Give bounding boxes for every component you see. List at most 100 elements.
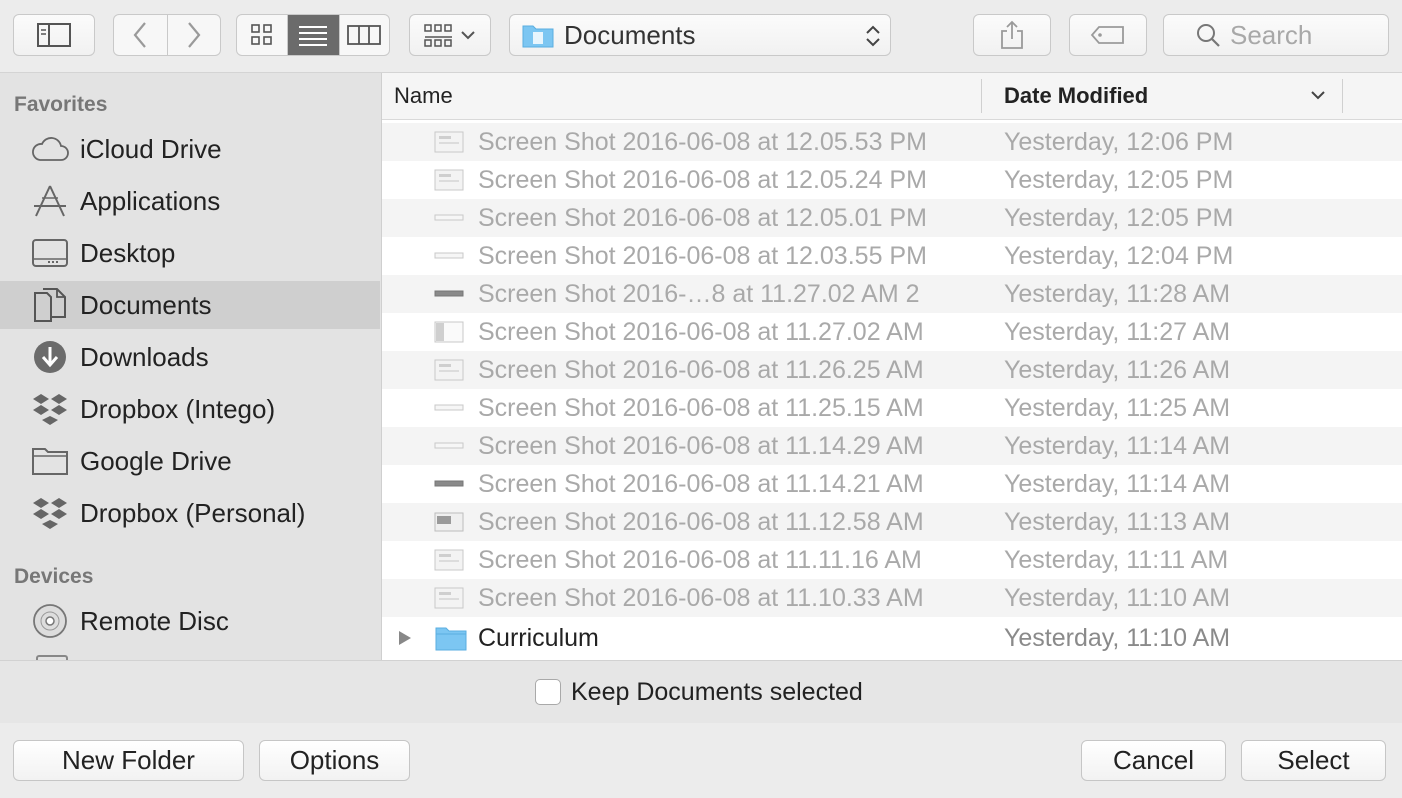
image-thumbnail-icon xyxy=(434,167,464,193)
dropbox-icon xyxy=(30,493,70,533)
file-date-modified: Yesterday, 12:05 PM xyxy=(1004,204,1234,232)
toolbar: Documents Search xyxy=(0,0,1402,73)
applications-icon xyxy=(30,181,70,221)
path-popup[interactable]: Documents xyxy=(509,14,891,56)
file-date-modified: Yesterday, 11:14 AM xyxy=(1004,470,1231,498)
file-row[interactable]: Screen Shot 2016-06-08 at 12.05.24 PM Yes… xyxy=(382,161,1402,199)
file-date-modified: Yesterday, 11:26 AM xyxy=(1004,356,1231,384)
disclosure-triangle-icon[interactable] xyxy=(398,630,412,646)
file-date-modified: Yesterday, 11:13 AM xyxy=(1004,508,1231,536)
sidebar-item-documents[interactable]: Documents xyxy=(0,281,380,329)
folder-date: Yesterday, 11:10 AM xyxy=(1004,624,1231,652)
file-row[interactable]: Screen Shot 2016-06-08 at 11.25.15 AM Yes… xyxy=(382,389,1402,427)
file-row[interactable]: Screen Shot 2016-06-08 at 11.27.02 AM Yes… xyxy=(382,313,1402,351)
sidebar-toggle-button[interactable] xyxy=(13,14,95,56)
folder-name: Curriculum xyxy=(478,624,599,652)
file-date-modified: Yesterday, 12:04 PM xyxy=(1004,242,1234,270)
back-forward-control xyxy=(113,14,221,56)
arrange-icon xyxy=(424,24,452,47)
sidebar-item-desktop[interactable]: Desktop xyxy=(0,229,380,277)
dropbox-icon xyxy=(30,389,70,429)
image-thumbnail-icon xyxy=(434,585,464,611)
columns-icon xyxy=(347,25,382,45)
file-name: Screen Shot 2016-06-08 at 12.03.55 PM xyxy=(478,242,927,270)
sidebar-item-applications[interactable]: Applications xyxy=(0,177,380,225)
chevron-right-icon xyxy=(187,22,201,48)
image-thumbnail-icon xyxy=(434,281,464,307)
share-button[interactable] xyxy=(973,14,1051,56)
image-thumbnail-icon xyxy=(434,205,464,231)
cancel-button[interactable]: Cancel xyxy=(1081,740,1226,781)
list-icon xyxy=(299,26,328,46)
sidebar-item-icloud-drive[interactable]: iCloud Drive xyxy=(0,125,380,173)
file-date-modified: Yesterday, 11:11 AM xyxy=(1004,546,1229,574)
grid-icon xyxy=(251,24,272,45)
button-bar: New Folder Options Cancel Select xyxy=(0,723,1402,798)
column-view-button[interactable] xyxy=(338,15,389,55)
search-icon xyxy=(1197,24,1220,47)
cloud-icon xyxy=(30,129,70,169)
devices-header: Devices xyxy=(14,565,94,588)
downloads-icon xyxy=(30,337,70,377)
file-date-modified: Yesterday, 11:28 AM xyxy=(1004,280,1231,308)
file-date-modified: Yesterday, 11:25 AM xyxy=(1004,394,1231,422)
sidebar-item-google-drive[interactable]: Google Drive xyxy=(0,437,380,485)
file-row[interactable]: Screen Shot 2016-06-08 at 11.12.58 AM Yes… xyxy=(382,503,1402,541)
column-divider[interactable] xyxy=(1342,79,1343,113)
file-date-modified: Yesterday, 11:14 AM xyxy=(1004,432,1231,460)
file-row[interactable]: Screen Shot 2016-…8 at 11.27.02 AM 2 Yest… xyxy=(382,275,1402,313)
sidebar-item-remote-disc[interactable]: Remote Disc xyxy=(0,597,380,645)
sidebar-icon xyxy=(37,23,71,47)
image-thumbnail-icon xyxy=(434,395,464,421)
sidebar-item-downloads[interactable]: Downloads xyxy=(0,333,380,381)
file-name: Screen Shot 2016-06-08 at 11.27.02 AM xyxy=(478,318,924,346)
image-thumbnail-icon xyxy=(434,319,464,345)
file-row[interactable]: Screen Shot 2016-06-08 at 12.03.55 PM Yes… xyxy=(382,237,1402,275)
column-header-name[interactable]: Name xyxy=(394,83,453,109)
file-name: Screen Shot 2016-06-08 at 11.26.25 AM xyxy=(478,356,924,384)
documents-folder-icon xyxy=(522,25,554,48)
file-row[interactable]: Screen Shot 2016-06-08 at 11.26.25 AM Yes… xyxy=(382,351,1402,389)
file-name: Screen Shot 2016-06-08 at 11.14.29 AM xyxy=(478,432,924,460)
back-button[interactable] xyxy=(114,15,167,55)
select-button[interactable]: Select xyxy=(1241,740,1386,781)
file-row[interactable]: Screen Shot 2016-06-08 at 12.05.53 PM Yes… xyxy=(382,123,1402,161)
sidebar-item-dropbox-intego[interactable]: Dropbox (Intego) xyxy=(0,385,380,433)
path-popup-label: Documents xyxy=(564,19,696,50)
file-name: Screen Shot 2016-06-08 at 11.25.15 AM xyxy=(478,394,924,422)
new-folder-button[interactable]: New Folder xyxy=(13,740,244,781)
file-name: Screen Shot 2016-06-08 at 11.12.58 AM xyxy=(478,508,924,536)
column-divider[interactable] xyxy=(981,79,982,113)
list-view-button[interactable] xyxy=(287,15,339,55)
file-row[interactable]: Screen Shot 2016-06-08 at 11.14.29 AM Yes… xyxy=(382,427,1402,465)
icon-view-button[interactable] xyxy=(237,15,287,55)
folder-row-curriculum[interactable]: Curriculum Yesterday, 11:10 AM xyxy=(382,619,1402,657)
file-row[interactable]: Screen Shot 2016-06-08 at 11.14.21 AM Yes… xyxy=(382,465,1402,503)
sort-descending-icon[interactable] xyxy=(1310,89,1326,101)
keep-selected-bar: Keep Documents selected xyxy=(0,660,1402,724)
desktop-icon xyxy=(30,233,70,273)
options-button[interactable]: Options xyxy=(259,740,410,781)
sidebar-item-dropbox-personal[interactable]: Dropbox (Personal) xyxy=(0,489,380,537)
keep-selected-checkbox[interactable] xyxy=(535,679,561,705)
tags-button[interactable] xyxy=(1069,14,1147,56)
arrange-button[interactable] xyxy=(409,14,491,56)
file-name: Screen Shot 2016-06-08 at 11.10.33 AM xyxy=(478,584,924,612)
file-name: Screen Shot 2016-…8 at 11.27.02 AM 2 xyxy=(478,280,920,308)
file-name: Screen Shot 2016-06-08 at 12.05.01 PM xyxy=(478,204,927,232)
search-field[interactable]: Search xyxy=(1163,14,1389,56)
file-row[interactable]: Screen Shot 2016-06-08 at 11.10.33 AM Yes… xyxy=(382,579,1402,617)
chevron-down-icon xyxy=(461,31,475,40)
keep-selected-label: Keep Documents selected xyxy=(571,678,863,706)
share-icon xyxy=(1001,20,1023,49)
image-thumbnail-icon xyxy=(434,509,464,535)
forward-button[interactable] xyxy=(166,15,221,55)
file-date-modified: Yesterday, 11:27 AM xyxy=(1004,318,1231,346)
file-date-modified: Yesterday, 12:06 PM xyxy=(1004,128,1234,156)
file-row[interactable]: Screen Shot 2016-06-08 at 11.11.16 AM Yes… xyxy=(382,541,1402,579)
disc-icon xyxy=(30,601,70,641)
file-row[interactable]: Screen Shot 2016-06-08 at 12.05.01 PM Yes… xyxy=(382,199,1402,237)
file-name: Screen Shot 2016-06-08 at 11.11.16 AM xyxy=(478,546,922,574)
column-header-date-modified[interactable]: Date Modified xyxy=(1004,83,1148,109)
sidebar: Favorites iCloud Drive Applications Desk… xyxy=(0,73,382,660)
